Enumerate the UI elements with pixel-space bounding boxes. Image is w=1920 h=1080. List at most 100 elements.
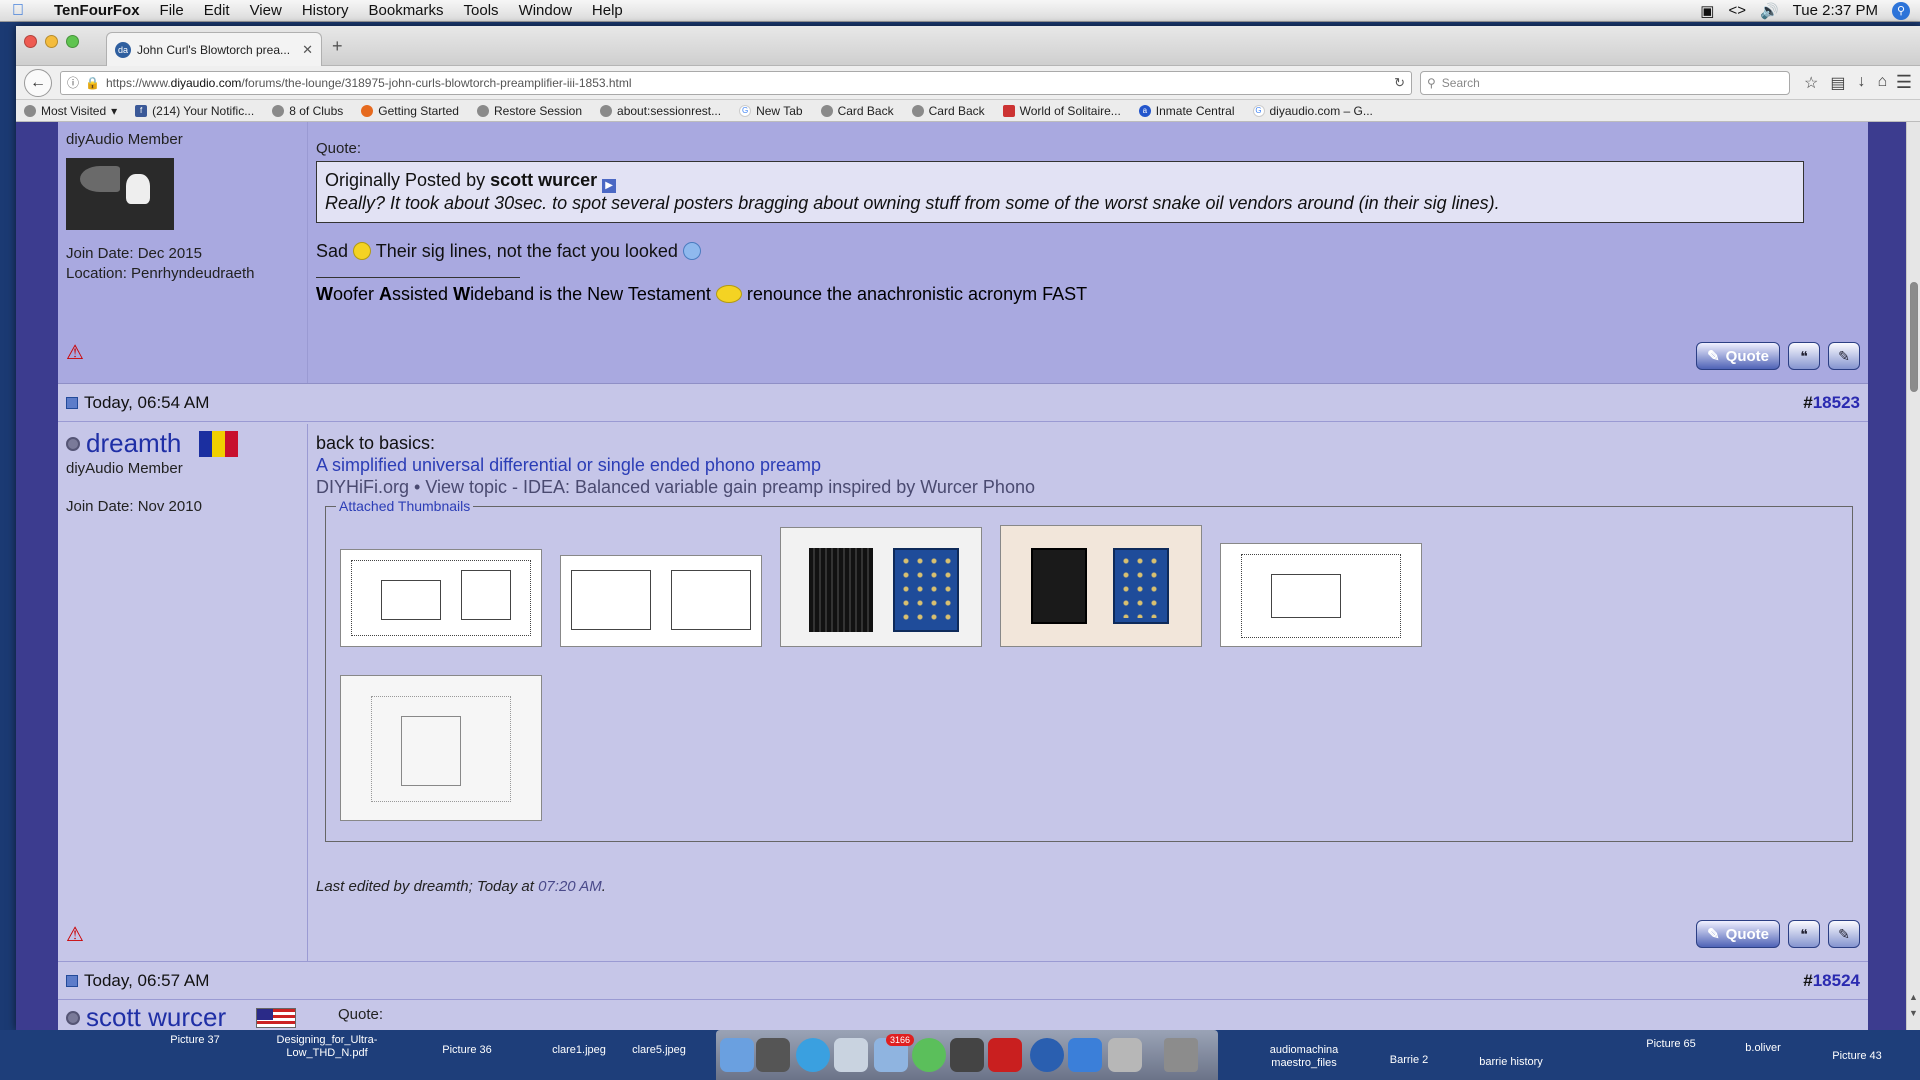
bookmark-star-icon[interactable]: ☆ bbox=[1804, 73, 1818, 93]
zoom-window-button[interactable] bbox=[66, 35, 79, 48]
thumbnail-preamp-photo-1[interactable] bbox=[780, 527, 982, 647]
bookmark-about-sessionrestore[interactable]: about:sessionrest... bbox=[600, 104, 721, 118]
desktop-file-barrie-history[interactable]: barrie history bbox=[1466, 1056, 1556, 1069]
page-scrollbar[interactable]: ▲ ▼ bbox=[1906, 122, 1920, 1030]
display-icon[interactable]: ▣ bbox=[1700, 2, 1714, 20]
menu-clock[interactable]: Tue 2:37 PM bbox=[1793, 2, 1878, 19]
desktop-file-clare1[interactable]: clare1.jpeg bbox=[544, 1044, 614, 1057]
scroll-up-icon[interactable]: ▲ bbox=[1909, 992, 1918, 1002]
desktop-file-designing-thd-pdf[interactable]: Designing_for_Ultra- Low_THD_N.pdf bbox=[262, 1034, 392, 1060]
spotlight-icon[interactable]: ⚲ bbox=[1892, 1, 1910, 20]
desktop-file-picture-43[interactable]: Picture 43 bbox=[1822, 1050, 1892, 1063]
thumbnail-preamp-photo-2[interactable] bbox=[1000, 525, 1202, 647]
close-window-button[interactable] bbox=[24, 35, 37, 48]
preview-icon[interactable] bbox=[834, 1038, 868, 1072]
info-icon[interactable]: ⓘ bbox=[67, 74, 79, 91]
quick-reply-icon[interactable]: ✎ bbox=[1828, 342, 1860, 370]
desktop-file-picture-37[interactable]: Picture 37 bbox=[160, 1034, 230, 1047]
desktop-file-clare5[interactable]: clare5.jpeg bbox=[624, 1044, 694, 1057]
word-icon[interactable] bbox=[1068, 1038, 1102, 1072]
reload-icon[interactable]: ↻ bbox=[1394, 75, 1405, 91]
close-tab-icon[interactable]: ✕ bbox=[302, 42, 313, 58]
safari-icon[interactable] bbox=[796, 1038, 830, 1072]
menu-view[interactable]: View bbox=[240, 2, 292, 19]
mail-icon[interactable]: 3166 bbox=[874, 1034, 914, 1072]
trash-icon[interactable] bbox=[1164, 1038, 1198, 1072]
bookmark-inmate-central[interactable]: a Inmate Central bbox=[1138, 104, 1235, 118]
username[interactable]: dreamth bbox=[66, 428, 299, 459]
home-icon[interactable]: ⌂ bbox=[1877, 73, 1887, 93]
downloads-icon[interactable]: ↓ bbox=[1857, 73, 1865, 93]
scroll-down-icon[interactable]: ▼ bbox=[1909, 1008, 1918, 1018]
apple-icon[interactable]:  bbox=[0, 2, 36, 20]
hamburger-menu-icon[interactable]: ☰ bbox=[1896, 72, 1912, 93]
bookmark-card-back-2[interactable]: Card Back bbox=[911, 104, 985, 118]
post-document-icon bbox=[66, 396, 78, 409]
desktop-file-b-oliver[interactable]: b.oliver bbox=[1728, 1042, 1798, 1055]
post-18523: dreamth diyAudio Member Join Date: Nov 2… bbox=[58, 424, 1868, 962]
thumbnail-schematic-4[interactable] bbox=[340, 675, 542, 821]
acrobat-icon[interactable] bbox=[988, 1038, 1022, 1072]
bookmark-new-tab[interactable]: G New Tab bbox=[739, 104, 803, 118]
phono-preamp-link[interactable]: A simplified universal differential or s… bbox=[316, 454, 1862, 476]
user-avatar[interactable] bbox=[66, 158, 174, 230]
post-number[interactable]: #18523 bbox=[1803, 393, 1860, 413]
dashboard-icon[interactable] bbox=[756, 1038, 790, 1072]
desktop-file-audiomachina[interactable]: audiomachina maestro_files bbox=[1254, 1044, 1354, 1070]
bookmark-card-back-1[interactable]: Card Back bbox=[820, 104, 894, 118]
post-number[interactable]: #18524 bbox=[1803, 971, 1860, 991]
quote-button[interactable]: ✎ Quote bbox=[1696, 342, 1780, 370]
thumbnail-schematic-1[interactable] bbox=[340, 549, 542, 647]
menu-app-name[interactable]: TenFourFox bbox=[36, 2, 150, 19]
reading-list-icon[interactable]: ▤ bbox=[1830, 73, 1845, 93]
menu-tools[interactable]: Tools bbox=[454, 2, 509, 19]
menu-history[interactable]: History bbox=[292, 2, 359, 19]
desktop-file-picture-36[interactable]: Picture 36 bbox=[432, 1044, 502, 1057]
username-scott-wurcer[interactable]: scott wurcer bbox=[66, 1002, 297, 1030]
code-icon[interactable]: <> bbox=[1728, 2, 1746, 19]
bookmark-world-of-solitaire[interactable]: World of Solitaire... bbox=[1002, 104, 1121, 118]
thumbnail-schematic-3[interactable] bbox=[1220, 543, 1422, 647]
search-input[interactable]: ⚲ Search bbox=[1420, 70, 1790, 95]
bookmark-facebook[interactable]: f (214) Your Notific... bbox=[135, 104, 254, 118]
globe-icon bbox=[600, 104, 613, 117]
bookmark-diyaudio-google[interactable]: Gdiyaudio.com – G... bbox=[1252, 104, 1373, 118]
scrollbar-thumb[interactable] bbox=[1910, 282, 1918, 392]
back-arrow-icon[interactable]: ← bbox=[24, 68, 52, 97]
thumbnail-schematic-2[interactable] bbox=[560, 555, 762, 647]
report-warning-icon[interactable]: ⚠ bbox=[66, 340, 84, 365]
romania-flag-icon bbox=[199, 430, 239, 457]
system-monitor-icon[interactable] bbox=[950, 1038, 984, 1072]
menu-help[interactable]: Help bbox=[582, 2, 633, 19]
desktop-file-barrie-2[interactable]: Barrie 2 bbox=[1374, 1054, 1444, 1067]
itunes-icon[interactable] bbox=[912, 1038, 946, 1072]
report-warning-icon[interactable]: ⚠ bbox=[66, 922, 84, 947]
bookmark-restore-session[interactable]: Restore Session bbox=[476, 104, 582, 118]
documents-stack-icon[interactable] bbox=[1108, 1038, 1142, 1072]
url-bar[interactable]: ⓘ 🔒 https://www.diyaudio.com/forums/the-… bbox=[60, 70, 1412, 95]
bookmark-8-of-clubs[interactable]: 8 of Clubs bbox=[272, 104, 343, 118]
menu-edit[interactable]: Edit bbox=[194, 2, 240, 19]
quote-pencil-icon: ✎ bbox=[1707, 348, 1720, 365]
minimize-window-button[interactable] bbox=[45, 35, 58, 48]
volume-icon[interactable]: 🔊 bbox=[1760, 2, 1779, 20]
quick-reply-icon[interactable]: ✎ bbox=[1828, 920, 1860, 948]
menu-bar:  TenFourFox File Edit View History Book… bbox=[0, 0, 1920, 22]
multiquote-icon[interactable]: ❝ bbox=[1788, 920, 1820, 948]
bookmark-getting-started[interactable]: Getting Started bbox=[361, 104, 459, 118]
lock-icon[interactable]: 🔒 bbox=[85, 76, 100, 90]
quote-button[interactable]: ✎ Quote bbox=[1696, 920, 1780, 948]
menu-window[interactable]: Window bbox=[509, 2, 582, 19]
diyhifi-link[interactable]: DIYHiFi.org • View topic - IDEA: Balance… bbox=[316, 476, 1862, 498]
multiquote-icon[interactable]: ❝ bbox=[1788, 342, 1820, 370]
bookmark-most-visited[interactable]: Most Visited ▾ bbox=[24, 104, 117, 118]
finder-icon[interactable] bbox=[720, 1038, 754, 1072]
menu-file[interactable]: File bbox=[150, 2, 194, 19]
menu-bookmarks[interactable]: Bookmarks bbox=[359, 2, 454, 19]
tenfourfox-icon[interactable] bbox=[1030, 1038, 1064, 1072]
view-post-icon[interactable]: ▶ bbox=[602, 179, 617, 193]
new-tab-icon[interactable]: + bbox=[332, 36, 343, 57]
desktop-file-picture-65[interactable]: Picture 65 bbox=[1636, 1038, 1706, 1051]
tab-active[interactable]: da John Curl's Blowtorch prea... ✕ bbox=[106, 32, 322, 66]
attachments-label: Attached Thumbnails bbox=[336, 498, 474, 514]
